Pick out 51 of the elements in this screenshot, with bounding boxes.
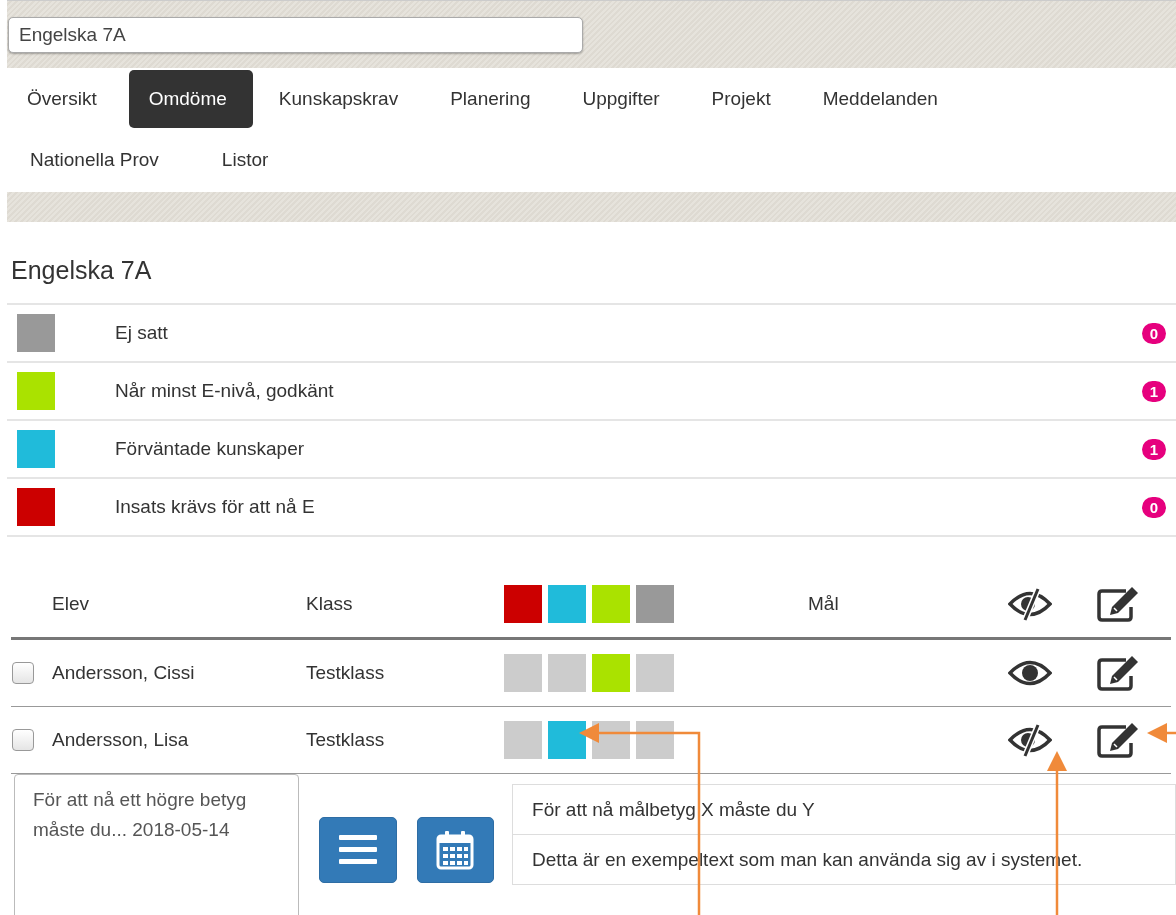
column-header: Mål: [808, 593, 840, 615]
suggestion-item[interactable]: För att nå målbetyg X måste du Y: [513, 785, 1175, 835]
grade-square[interactable]: [504, 585, 542, 623]
grade-square[interactable]: [548, 585, 586, 623]
grade-square[interactable]: [636, 585, 674, 623]
legend-label: Insats krävs för att nå E: [115, 496, 316, 518]
eye-slash-icon[interactable]: [1008, 723, 1052, 757]
checkbox[interactable]: [12, 729, 34, 751]
comment-field[interactable]: För att nå ett högre betyg måste du... 2018-05-14: [14, 774, 300, 915]
grade-square[interactable]: [548, 721, 586, 759]
class-name: Testklass: [306, 662, 386, 684]
count-badge: 1: [1141, 380, 1166, 402]
calendar-icon: [436, 830, 475, 870]
student-name: Andersson, Cissi: [52, 662, 196, 684]
grade-square[interactable]: [636, 654, 674, 692]
eye-slash-icon[interactable]: [1008, 587, 1052, 621]
menu-icon: [339, 835, 378, 865]
grade-square[interactable]: [504, 654, 542, 692]
nav-tab[interactable]: Planering: [430, 69, 557, 128]
column-header: Klass: [306, 593, 354, 615]
list-button[interactable]: [319, 817, 397, 883]
nav-tab[interactable]: Kunskapskrav: [258, 69, 425, 128]
nav-tab[interactable]: Omdöme: [128, 69, 253, 128]
nav-tab[interactable]: Översikt: [7, 69, 123, 128]
class-name: Testklass: [306, 729, 386, 751]
calendar-button[interactable]: [416, 817, 495, 883]
nav-tab[interactable]: Listor: [198, 130, 295, 189]
count-badge: 0: [1141, 496, 1166, 518]
legend-label: Ej satt: [115, 322, 169, 344]
column-header: Elev: [52, 593, 90, 615]
grade-square[interactable]: [592, 654, 630, 692]
page-title: Engelska 7A: [11, 256, 153, 285]
nav-tab[interactable]: Meddelanden: [802, 69, 964, 128]
checkbox[interactable]: [12, 662, 34, 684]
edit-icon[interactable]: [1096, 654, 1140, 692]
annotation-arrow: [1147, 723, 1176, 743]
nav-tab[interactable]: Uppgifter: [562, 69, 686, 128]
legend-label: Når minst E-nivå, godkänt: [115, 380, 335, 402]
grade-square[interactable]: [636, 721, 674, 759]
edit-icon[interactable]: [1096, 585, 1140, 623]
edit-icon[interactable]: [1096, 721, 1140, 759]
search-field[interactable]: Engelska 7A: [8, 17, 583, 53]
grade-square[interactable]: [592, 585, 630, 623]
count-badge: 1: [1141, 438, 1166, 460]
student-name: Andersson, Lisa: [52, 729, 190, 751]
grade-square[interactable]: [548, 654, 586, 692]
grade-square[interactable]: [504, 721, 542, 759]
nav-tab[interactable]: Projekt: [691, 69, 797, 128]
count-badge: 0: [1141, 322, 1166, 344]
nav-tab[interactable]: Nationella Prov: [7, 130, 185, 189]
legend-label: Förväntade kunskaper: [115, 438, 306, 460]
